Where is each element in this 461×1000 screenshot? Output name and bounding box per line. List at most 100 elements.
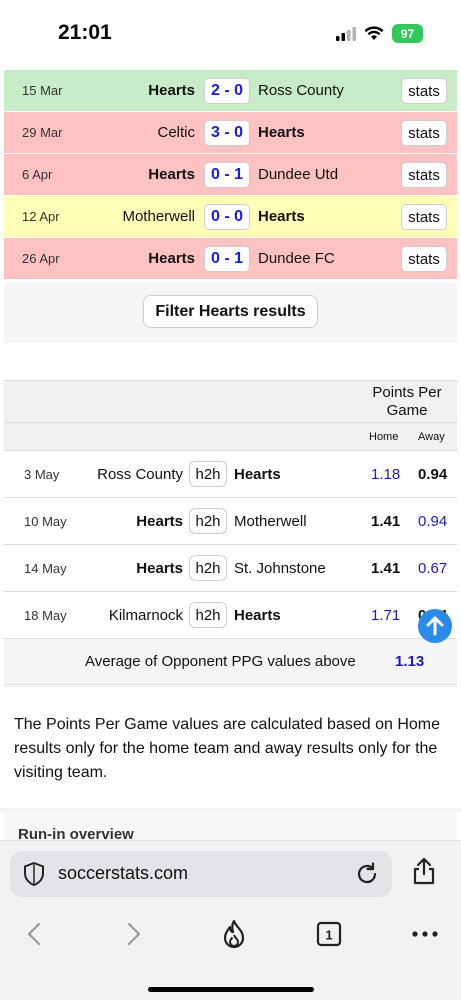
result-away-team: Dundee FC: [258, 250, 335, 267]
result-row: 15 Mar Hearts 2 - 0 Ross County stats: [4, 70, 457, 112]
shield-icon[interactable]: [22, 861, 46, 887]
fixture-row: 18 MayKilmarnockh2hHearts1.710.94: [4, 592, 457, 639]
share-icon[interactable]: [412, 857, 436, 885]
result-date: 15 Mar: [22, 83, 63, 98]
result-date: 26 Apr: [22, 251, 60, 266]
stats-button[interactable]: stats: [401, 120, 447, 146]
filter-hearts-results-button[interactable]: Filter Hearts results: [143, 295, 318, 328]
wifi-icon: [364, 26, 384, 40]
ppg-home-value: 1.41: [371, 559, 401, 577]
fixture-home-team: Hearts: [136, 559, 183, 577]
tabs-button[interactable]: 1: [314, 919, 344, 949]
stats-button[interactable]: stats: [401, 204, 447, 230]
fixture-row: 3 May Ross County h2h Hearts 1.18 0.94: [4, 451, 457, 498]
tab-count: 1: [325, 928, 332, 943]
h2h-button[interactable]: h2h: [189, 461, 227, 487]
result-row: 29 Mar Celtic 3 - 0 Hearts stats: [4, 112, 457, 154]
filter-area: Filter Hearts results: [4, 283, 457, 343]
ppg-away-value: 0.94: [418, 465, 448, 483]
result-score[interactable]: 0 - 1: [204, 246, 250, 272]
result-home-team: Hearts: [148, 82, 195, 99]
fixtures-rows: 3 May Ross County h2h Hearts 1.18 0.94 10 May H…: [4, 451, 457, 639]
stats-button[interactable]: stats: [401, 162, 447, 188]
runin-heading: Run-in overview: [4, 812, 457, 842]
result-date: 29 Mar: [22, 125, 63, 140]
ppg-home-value: 1.41: [371, 512, 401, 530]
fire-icon: [223, 919, 245, 949]
arrow-up-icon: [426, 616, 444, 636]
ppg-home-value: 1.71: [371, 606, 401, 624]
result-away-team: Hearts: [258, 124, 305, 141]
fixture-date: 18 May: [24, 607, 67, 623]
ppg-home-value: 1.18: [371, 465, 401, 483]
fixture-date: 10 May: [24, 513, 67, 529]
result-home-team: Hearts: [148, 250, 195, 267]
result-away-team: Ross County: [258, 82, 344, 99]
fixture-home-team: Kilmarnock: [108, 606, 183, 624]
stats-button[interactable]: stats: [401, 246, 447, 272]
fixture-away-team: Hearts: [234, 606, 281, 624]
h2h-button[interactable]: h2h: [189, 602, 227, 628]
fixture-date: 3 May: [24, 466, 60, 482]
result-home-team: Motherwell: [122, 208, 195, 225]
status-time: 21:01: [58, 21, 112, 44]
fixture-away-team: Motherwell: [234, 512, 307, 530]
fixture-date: 14 May: [24, 560, 67, 576]
tabs-icon: 1: [316, 921, 342, 947]
ppg-away-value: 0.67: [418, 559, 448, 577]
result-row: 6 Apr Hearts 0 - 1 Dundee Utd stats: [4, 154, 457, 196]
result-score[interactable]: 0 - 0: [204, 204, 250, 230]
fixture-home-team: Ross County: [97, 465, 183, 483]
result-away-team: Dundee Utd: [258, 166, 339, 183]
ppg-away-header: Away: [418, 431, 445, 443]
fixture-row: 10 May Hearts h2h Motherwell 1.41 0.94: [4, 498, 457, 545]
fixture-away-team: St. Johnstone: [234, 559, 326, 577]
more-button[interactable]: [410, 919, 440, 949]
back-button[interactable]: [19, 919, 49, 949]
browser-nav-bar: 1: [0, 913, 461, 957]
average-ppg-label: Average of Opponent PPG values above: [85, 653, 356, 670]
fixtures-table: Points Per Game Home Away 3 May Ross Coun…: [4, 380, 457, 685]
result-date: 12 Apr: [22, 209, 60, 224]
ppg-away-value: 0.94: [418, 512, 448, 530]
result-away-team: Hearts: [258, 208, 305, 225]
battery-icon: 97: [392, 24, 423, 43]
result-home-team: Hearts: [148, 166, 195, 183]
results-table: 15 Mar Hearts 2 - 0 Ross County stats 29 Mar C…: [4, 70, 457, 280]
signal-icon: [336, 26, 356, 41]
address-bar[interactable]: soccerstats.com: [10, 851, 392, 897]
ppg-column-title: Points Per Game: [372, 384, 442, 419]
status-bar: 21:01 97: [0, 0, 461, 68]
url-text[interactable]: soccerstats.com: [58, 863, 188, 884]
average-ppg-value: 1.13: [395, 653, 425, 670]
result-home-team: Celtic: [157, 124, 195, 141]
ppg-explanation: The Points Per Game values are calculate…: [4, 686, 457, 808]
back-icon: [27, 922, 41, 946]
fixture-away-team: Hearts: [234, 465, 281, 483]
result-score[interactable]: 2 - 0: [204, 78, 250, 104]
fixtures-header: Points Per Game: [4, 380, 457, 422]
average-ppg-row: Average of Opponent PPG values above 1.1…: [4, 639, 457, 685]
fixture-row: 14 May Hearts h2h St. Johnstone 1.41 0.67: [4, 545, 457, 592]
result-score[interactable]: 0 - 1: [204, 162, 250, 188]
forward-icon: [127, 922, 141, 946]
browser-toolbar: soccerstats.com 1: [0, 840, 461, 1000]
fixtures-subheader: Home Away: [4, 422, 457, 451]
scroll-to-top-button[interactable]: [418, 609, 452, 643]
stats-button[interactable]: stats: [401, 78, 447, 104]
forward-button[interactable]: [119, 919, 149, 949]
status-icons: 97: [336, 24, 423, 43]
result-date: 6 Apr: [22, 167, 53, 182]
home-indicator: [148, 987, 314, 992]
more-icon: [412, 931, 438, 937]
h2h-button[interactable]: h2h: [189, 508, 227, 534]
fire-button[interactable]: [219, 919, 249, 949]
result-score[interactable]: 3 - 0: [204, 120, 250, 146]
h2h-button[interactable]: h2h: [189, 555, 227, 581]
result-row: 26 Apr Hearts 0 - 1 Dundee FC stats: [4, 238, 457, 280]
result-row: 12 Apr Motherwell 0 - 0 Hearts stats: [4, 196, 457, 238]
battery-level: 97: [400, 26, 415, 41]
ppg-home-header: Home: [369, 431, 399, 443]
fixture-home-team: Hearts: [136, 512, 183, 530]
reload-icon[interactable]: [354, 861, 380, 887]
